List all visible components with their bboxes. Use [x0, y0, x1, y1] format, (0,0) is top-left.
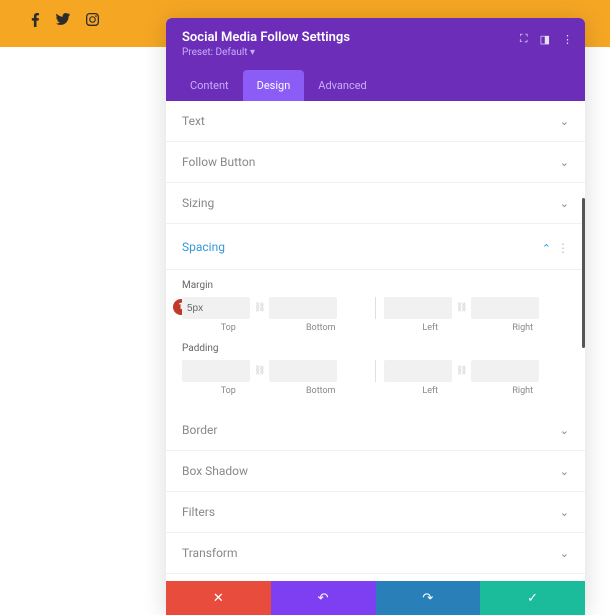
- section-animation[interactable]: Animation ⌄: [166, 574, 585, 581]
- preset-label[interactable]: Preset: Default ▾: [182, 47, 569, 58]
- margin-bottom-input[interactable]: [269, 297, 337, 319]
- padding-label: Padding: [182, 343, 569, 354]
- modal-footer: ✕ ↶ ↷ ✓: [166, 581, 585, 615]
- modal-body: Text ⌄ Follow Button ⌄ Sizing ⌄ Spacing …: [166, 101, 585, 581]
- save-button[interactable]: ✓: [480, 581, 585, 615]
- modal-header: Social Media Follow Settings Preset: Def…: [166, 18, 585, 70]
- more-icon[interactable]: ⋮: [557, 241, 569, 255]
- panel-icon[interactable]: ◨: [540, 33, 550, 46]
- tabs: Content Design Advanced: [166, 70, 585, 101]
- margin-label: Margin: [182, 280, 569, 291]
- chevron-down-icon: ⌄: [560, 115, 569, 128]
- cancel-button[interactable]: ✕: [166, 581, 271, 615]
- scrollbar-thumb[interactable]: [582, 198, 585, 348]
- chevron-down-icon: ⌄: [560, 424, 569, 437]
- facebook-icon[interactable]: [30, 13, 40, 31]
- instagram-icon[interactable]: [86, 13, 99, 31]
- tab-design[interactable]: Design: [243, 70, 305, 101]
- padding-right-input[interactable]: [471, 360, 539, 382]
- padding-top-input[interactable]: [182, 360, 250, 382]
- twitter-icon[interactable]: [56, 13, 70, 31]
- margin-left-input[interactable]: [384, 297, 452, 319]
- redo-button[interactable]: ↷: [376, 581, 481, 615]
- link-icon[interactable]: ⛓: [254, 366, 265, 376]
- spacing-panel: Margin 1 ⛓ ⛓ Top Bottom: [166, 280, 585, 410]
- tab-content[interactable]: Content: [176, 70, 243, 101]
- link-icon[interactable]: ⛓: [456, 303, 467, 313]
- chevron-up-icon: ⌃: [542, 242, 551, 255]
- section-box-shadow[interactable]: Box Shadow ⌄: [166, 451, 585, 492]
- section-filters[interactable]: Filters ⌄: [166, 492, 585, 533]
- chevron-down-icon: ⌄: [560, 197, 569, 210]
- undo-button[interactable]: ↶: [271, 581, 376, 615]
- more-icon[interactable]: ⋮: [562, 33, 573, 46]
- settings-modal: Social Media Follow Settings Preset: Def…: [166, 18, 585, 615]
- section-follow-button[interactable]: Follow Button ⌄: [166, 142, 585, 183]
- margin-top-input[interactable]: [182, 297, 250, 319]
- section-transform[interactable]: Transform ⌄: [166, 533, 585, 574]
- section-text[interactable]: Text ⌄: [166, 101, 585, 142]
- link-icon[interactable]: ⛓: [456, 366, 467, 376]
- section-spacing[interactable]: Spacing ⌃⋮: [166, 224, 585, 270]
- link-icon[interactable]: ⛓: [254, 303, 265, 313]
- section-sizing[interactable]: Sizing ⌄: [166, 183, 585, 224]
- expand-icon[interactable]: ⛶: [520, 32, 528, 46]
- chevron-down-icon: ⌄: [560, 506, 569, 519]
- margin-right-input[interactable]: [471, 297, 539, 319]
- modal-title: Social Media Follow Settings: [182, 30, 569, 45]
- padding-left-input[interactable]: [384, 360, 452, 382]
- chevron-down-icon: ⌄: [560, 547, 569, 560]
- section-border[interactable]: Border ⌄: [166, 410, 585, 451]
- tab-advanced[interactable]: Advanced: [304, 70, 380, 101]
- chevron-down-icon: ▾: [250, 47, 255, 58]
- padding-bottom-input[interactable]: [269, 360, 337, 382]
- chevron-down-icon: ⌄: [560, 465, 569, 478]
- chevron-down-icon: ⌄: [560, 156, 569, 169]
